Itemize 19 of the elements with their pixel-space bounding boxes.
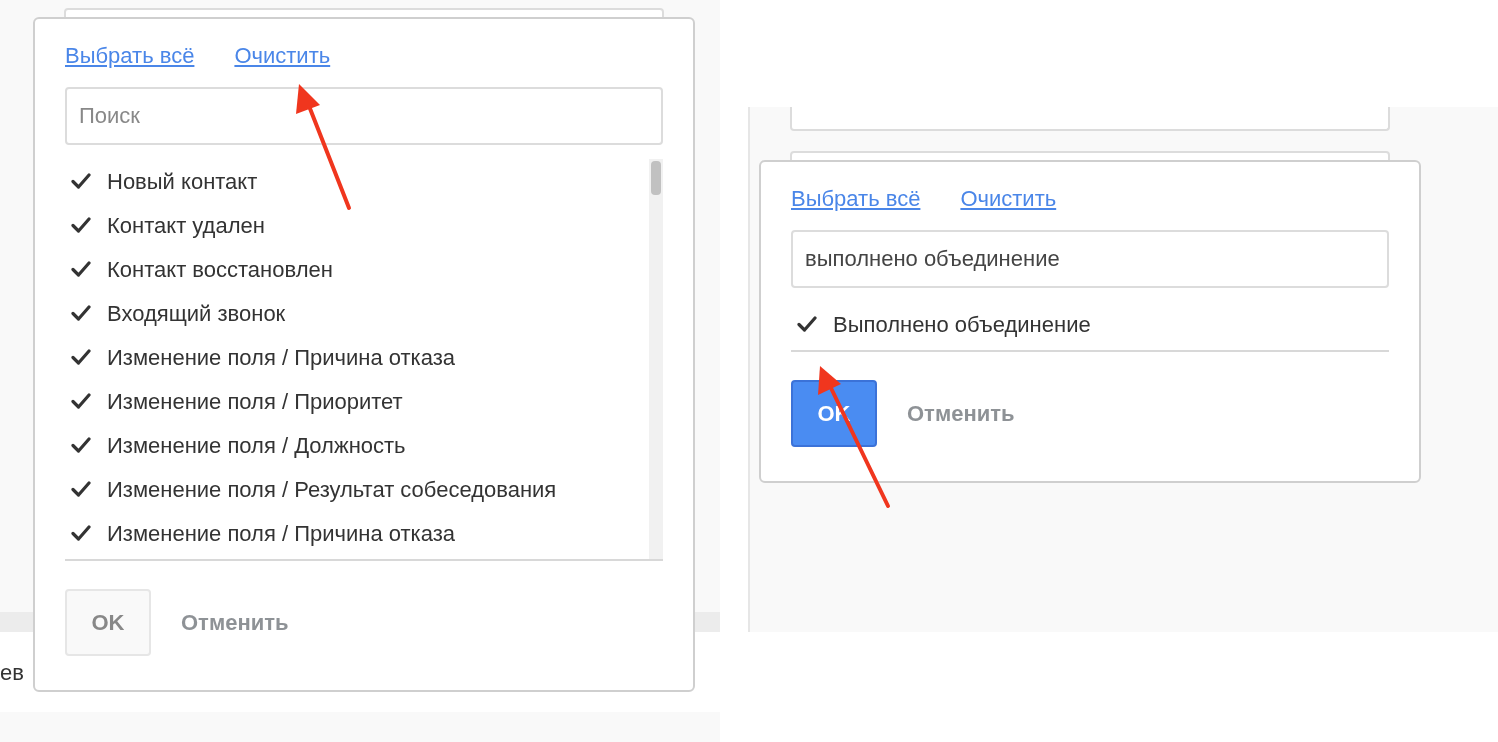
event-option[interactable]: Изменение поля / Причина отказа (65, 335, 649, 379)
event-option[interactable]: Выполнено объединение (791, 302, 1389, 346)
event-option[interactable]: Изменение поля / Должность (65, 423, 649, 467)
clear-link[interactable]: Очистить (234, 38, 331, 72)
scrollbar-thumb[interactable] (651, 161, 661, 195)
select-all-link[interactable]: Выбрать всё (65, 38, 195, 72)
event-option[interactable]: Входящий звонок (65, 291, 649, 335)
event-option[interactable]: Изменение поля / Результат собеседования (65, 467, 649, 511)
search-field[interactable]: Поиск (65, 87, 663, 145)
event-option[interactable]: Контакт удален (65, 203, 649, 247)
event-option[interactable]: Изменение поля / Причина отказа (65, 511, 649, 555)
clear-link[interactable]: Очистить (960, 181, 1057, 215)
select-all-link[interactable]: Выбрать всё (791, 181, 921, 215)
search-field[interactable]: выполнено объединение (791, 230, 1389, 288)
event-option[interactable]: Новый контакт (65, 159, 649, 203)
scrollbar[interactable] (649, 159, 663, 559)
event-option[interactable]: Изменение поля / Приоритет (65, 379, 649, 423)
event-option[interactable]: Контакт восстановлен (65, 247, 649, 291)
table-text: ев (0, 658, 24, 687)
